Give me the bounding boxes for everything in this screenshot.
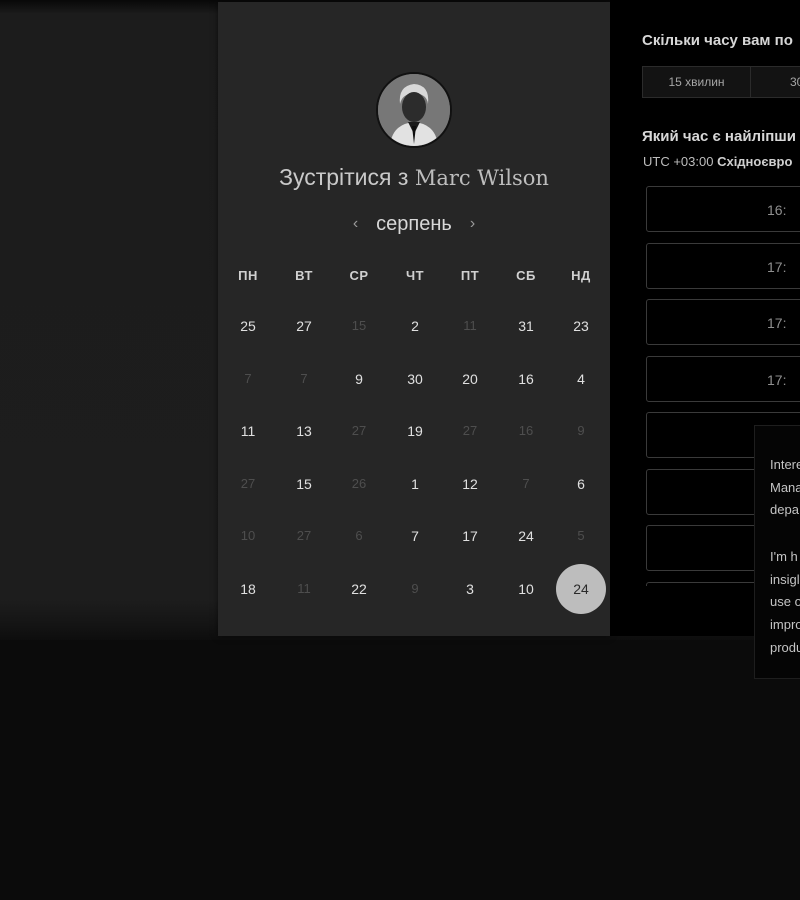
calendar-day: 7: [300, 371, 308, 386]
calendar-day: 27: [462, 423, 478, 438]
host-bio-popup: Intere Mana depa I'm h insigl use o impro prod…: [754, 425, 800, 679]
calendar-day[interactable]: 30: [390, 354, 440, 404]
calendar-day[interactable]: 9: [334, 354, 384, 404]
calendar-day[interactable]: 1: [390, 459, 440, 509]
bio-line: depa: [770, 502, 799, 518]
calendar-day[interactable]: 23: [556, 301, 606, 351]
calendar-day: 7: [244, 371, 252, 386]
calendar-day[interactable]: 11: [223, 406, 273, 456]
calendar-day[interactable]: 7: [390, 511, 440, 561]
calendar-day[interactable]: 18: [223, 564, 273, 614]
calendar-day: 9: [411, 581, 419, 596]
calendar-day: 15: [351, 318, 367, 333]
time-slot-label: 17:: [767, 258, 787, 275]
calendar-day: 11: [297, 581, 311, 596]
calendar-day[interactable]: 27: [279, 301, 329, 351]
time-slot-label: 17:: [767, 371, 787, 388]
calendar-day: 7: [522, 476, 530, 491]
calendar-day[interactable]: 22: [334, 564, 384, 614]
duration-options: 15 хвилин30 хв: [642, 66, 800, 98]
timezone-name[interactable]: Східноєвро: [717, 154, 792, 169]
bio-line: produ: [770, 639, 800, 655]
calendar-day: 27: [296, 528, 312, 543]
bio-line: use o: [770, 594, 800, 610]
time-question: Який час є найліпши: [642, 128, 797, 145]
calendar-day[interactable]: 17: [445, 511, 495, 561]
calendar-day[interactable]: 13: [279, 406, 329, 456]
booking-card: Зустрітися з Marc Wilson ‹ серпень › ПН В…: [218, 2, 610, 636]
calendar-day[interactable]: 4: [556, 354, 606, 404]
calendar-day: 9: [577, 423, 585, 438]
calendar-day: 6: [355, 528, 363, 543]
calendar-day[interactable]: 16: [501, 354, 551, 404]
calendar-day[interactable]: 19: [390, 406, 440, 456]
calendar-day[interactable]: 24: [501, 511, 551, 561]
calendar-day: 26: [351, 476, 367, 491]
calendar-day[interactable]: 12: [445, 459, 495, 509]
time-slot-label: 17:: [767, 315, 787, 331]
calendar-day[interactable]: 31: [501, 301, 551, 351]
calendar-day: 10: [240, 528, 256, 543]
calendar-day[interactable]: 20: [445, 354, 495, 404]
calendar-day[interactable]: 25: [223, 301, 273, 351]
time-slot-button[interactable]: 16:: [646, 186, 800, 232]
time-slot-button[interactable]: 17:: [646, 299, 800, 345]
bio-paragraph-1: Intere Mana depa: [770, 454, 800, 522]
calendar-day: 5: [577, 528, 585, 543]
calendar-day[interactable]: 2: [390, 301, 440, 351]
calendar-day[interactable]: 15: [279, 459, 329, 509]
time-slot-label: 16:: [767, 202, 787, 218]
bio-line: impro: [770, 617, 800, 633]
calendar-day[interactable]: 3: [445, 564, 495, 614]
bio-line: Intere: [770, 457, 800, 472]
calendar-day[interactable]: 10: [501, 564, 551, 614]
bio-line: I'm h: [770, 549, 798, 564]
calendar-day[interactable]: 6: [556, 459, 606, 509]
duration-question: Скільки часу вам по: [642, 32, 793, 49]
calendar-day: 16: [518, 423, 534, 438]
timezone-offset: UTC +03:00: [643, 154, 714, 169]
bio-line: Mana: [770, 479, 800, 495]
bio-paragraph-2: I'm h insigl use o impro produ: [770, 546, 800, 660]
time-slot-button[interactable]: 17:: [646, 355, 800, 402]
duration-option[interactable]: 30 хв: [751, 66, 800, 98]
timezone-label: UTC +03:00 Східноєвро: [643, 154, 792, 169]
calendar-grid: 25 27 15 2 11 31 23 7 7 9 30 20 16 4 11 13 27 19 27 16 9 27 15…: [218, 2, 610, 636]
calendar-day: 27: [351, 423, 367, 438]
calendar-day: 27: [240, 476, 256, 491]
calendar-day: 11: [463, 318, 477, 333]
duration-option[interactable]: 15 хвилин: [642, 66, 751, 98]
time-slot-button[interactable]: 17:: [646, 242, 800, 289]
calendar-day-selected[interactable]: 24: [556, 564, 606, 614]
bio-line: insigl: [770, 571, 800, 587]
